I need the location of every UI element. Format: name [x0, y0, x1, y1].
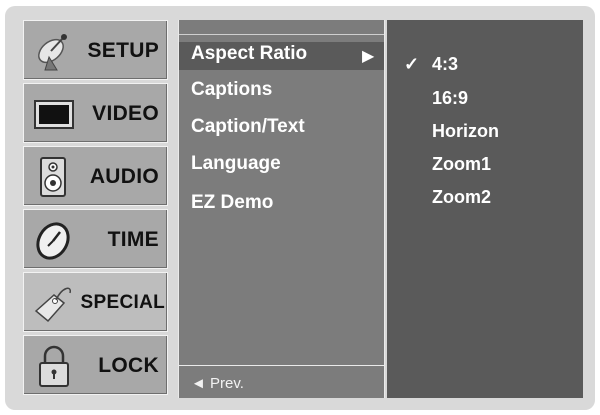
tab-audio[interactable]: AUDIO: [23, 146, 168, 206]
option-zoom1[interactable]: Zoom1: [432, 154, 491, 175]
main-menu-tabs: SETUP VIDEO AUDIO TIME SPECIAL LOCK: [23, 20, 168, 398]
tab-label: SETUP: [87, 39, 159, 62]
tab-time[interactable]: TIME: [23, 209, 168, 269]
tab-label: AUDIO: [89, 165, 159, 188]
tab-special[interactable]: SPECIAL: [23, 272, 168, 332]
option-zoom2[interactable]: Zoom2: [432, 187, 491, 208]
tab-label: LOCK: [98, 354, 159, 377]
tab-label: TIME: [107, 228, 159, 251]
tab-video[interactable]: VIDEO: [23, 83, 168, 143]
padlock-icon: [39, 345, 69, 387]
submenu-item-ez-demo[interactable]: EZ Demo: [191, 192, 273, 214]
tab-label: SPECIAL: [80, 292, 165, 313]
option-16-9[interactable]: 16:9: [432, 88, 468, 109]
submenu-item-language[interactable]: Language: [191, 153, 281, 175]
satellite-dish-icon: [38, 34, 67, 71]
tv-screen-icon: [34, 100, 74, 129]
tab-setup[interactable]: SETUP: [23, 20, 168, 80]
option-4-3[interactable]: 4:3: [432, 54, 458, 75]
tab-lock[interactable]: LOCK: [23, 335, 168, 395]
divider: [179, 365, 384, 366]
speaker-icon: [40, 157, 66, 197]
submenu-arrow-icon: ▶: [362, 48, 375, 65]
divider: [179, 34, 384, 35]
checkmark-icon: ✓: [404, 54, 420, 74]
tab-label: VIDEO: [92, 102, 159, 125]
options-panel: ✓ 4:3 16:9 Horizon Zoom1 Zoom2: [387, 20, 583, 398]
option-horizon[interactable]: Horizon: [432, 121, 499, 142]
submenu-panel: Aspect Ratio ▶ Captions Caption/Text Lan…: [178, 20, 385, 398]
prev-button[interactable]: ◄ Prev.: [191, 375, 244, 392]
submenu-item-captions[interactable]: Captions: [191, 79, 272, 101]
submenu-item-caption-text[interactable]: Caption/Text: [191, 116, 305, 138]
tag-icon: [34, 287, 71, 323]
submenu-item-aspect-ratio[interactable]: Aspect Ratio: [191, 43, 307, 65]
clock-icon: [36, 222, 70, 260]
